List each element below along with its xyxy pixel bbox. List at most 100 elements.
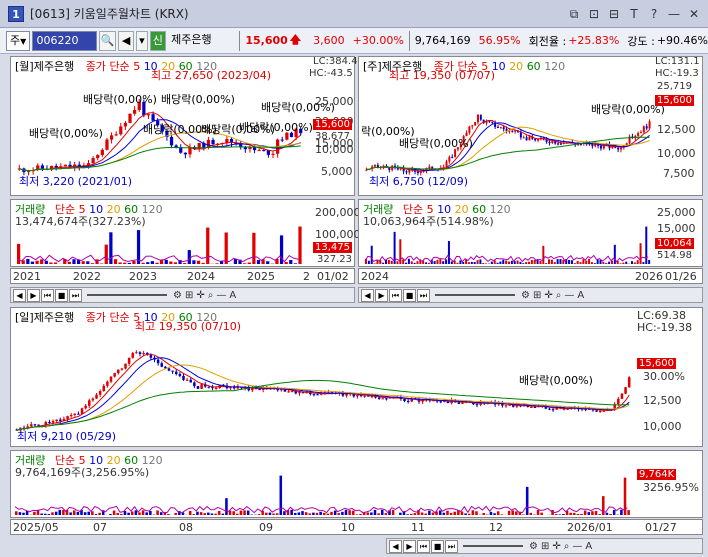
font-icon[interactable]: A (584, 541, 593, 552)
candle-body (146, 114, 151, 116)
stop-button[interactable]: ■ (403, 288, 416, 302)
font-icon[interactable]: A (228, 290, 237, 301)
stop-button[interactable]: ■ (55, 288, 68, 302)
magnify-icon[interactable]: ⌕ (555, 290, 563, 301)
close-icon[interactable]: ✕ (686, 6, 702, 22)
scroll-right-button[interactable]: ▶ (403, 539, 416, 553)
help-icon[interactable]: ? (646, 6, 662, 22)
daily-pct-tag: 30.00% (643, 370, 685, 383)
last-button[interactable]: ⏭ (69, 288, 82, 302)
first-button[interactable]: ⏮ (389, 288, 402, 302)
volume-bar (232, 511, 235, 515)
monthly-price-panel[interactable]: [월]제주은행 종가 단순 5 10 20 60 120 최고 27,650 (… (10, 56, 358, 196)
scroll-left-button[interactable]: ◀ (389, 539, 402, 553)
link-icon[interactable]: ⧉ (566, 6, 582, 22)
daily-candles (15, 350, 631, 432)
scroll-left-button[interactable]: ◀ (361, 288, 374, 302)
candle-body (131, 353, 135, 358)
volume-bar (83, 512, 87, 515)
gear-icon[interactable]: ⚙ (520, 290, 531, 301)
monthly-hc: HC:-43.5 (309, 68, 353, 79)
volume-bar (493, 513, 496, 515)
tile-icon[interactable]: ⊟ (606, 6, 622, 22)
candle-body (102, 385, 106, 392)
scroll-left-button[interactable]: ◀ (13, 288, 26, 302)
daily-x-08: 08 (179, 521, 193, 534)
candle-body (142, 353, 145, 355)
daily-volume-panel[interactable]: 거래량 단순 5 10 20 60 120 9,764,169주(3,256.9… (10, 450, 703, 518)
candle-body (599, 145, 602, 149)
dropdown-icon[interactable]: ▾ (136, 30, 148, 51)
scroll-right-button[interactable]: ▶ (27, 288, 40, 302)
last-button[interactable]: ⏭ (417, 288, 430, 302)
chart-type-icon[interactable]: ⊞ (184, 290, 194, 301)
weekly-hc: HC:-19.3 (655, 68, 699, 79)
daily-x-10: 10 (341, 521, 355, 534)
volume-bar (72, 259, 76, 264)
font-icon[interactable]: A (576, 290, 585, 301)
candle-body (156, 359, 160, 364)
last-button[interactable]: ⏭ (445, 539, 458, 553)
magnify-icon[interactable]: ⌕ (207, 290, 215, 301)
volume-bar (26, 258, 30, 264)
monthly-volume-panel[interactable]: 거래량 단순 5 10 20 60 120 13,474,674주(327.23… (10, 199, 361, 267)
daily-high-note: 최고 19,350 (07/10) (135, 320, 242, 333)
volume-bar (127, 512, 130, 515)
minus-icon[interactable]: — (215, 290, 227, 301)
volume-bar (341, 511, 344, 515)
volume-bar (619, 263, 622, 264)
crosshair-icon[interactable]: ✛ (543, 290, 553, 301)
volume-bar (585, 260, 588, 264)
weekly-legend-ma60: 60 (526, 60, 541, 73)
volume-bar (579, 262, 582, 264)
volume-bar (236, 513, 239, 515)
scroll-right-button[interactable]: ▶ (375, 288, 388, 302)
minus-icon[interactable]: — (563, 290, 575, 301)
stop-button[interactable]: ■ (431, 539, 444, 553)
speaker-icon[interactable]: ◀ (117, 30, 135, 51)
daily-control-bar: ◀ ▶ ⏮ ■ ⏭ ⚙ ⊞ ✛ ⌕ — A (386, 538, 703, 554)
magnify-icon[interactable]: ⌕ (563, 541, 571, 552)
zoom-slider[interactable] (463, 545, 523, 547)
volume-bar (499, 261, 502, 264)
volume-bar (370, 245, 373, 264)
zoom-slider[interactable] (87, 294, 167, 296)
crosshair-icon[interactable]: ✛ (551, 541, 561, 552)
market-select[interactable]: 주▼ (6, 30, 31, 51)
first-button[interactable]: ⏮ (41, 288, 54, 302)
gear-icon[interactable]: ⚙ (172, 290, 183, 301)
weekly-volume-panel[interactable]: 거래량 단순 5 10 20 60 120 10,063,964주(514.98… (358, 199, 703, 267)
volume-bar (196, 260, 201, 264)
crosshair-icon[interactable]: ✛ (195, 290, 205, 301)
stock-code-input[interactable]: 006220 (32, 30, 98, 51)
volume-bar (409, 513, 413, 515)
volume-bar (298, 226, 302, 264)
candle-body (178, 374, 182, 376)
text-icon[interactable]: T (626, 6, 642, 22)
volume-bar (583, 510, 587, 515)
weekly-price-panel[interactable]: [주]제주은행 종가 단순 5 10 20 60 120 최고 19,350 (… (358, 56, 703, 196)
candle-body (645, 126, 648, 129)
zoom-slider[interactable] (435, 294, 515, 296)
gear-icon[interactable]: ⚙ (528, 541, 539, 552)
first-button[interactable]: ⏮ (417, 539, 430, 553)
volume-bar (192, 514, 196, 515)
daily-price-panel[interactable]: [일]제주은행 종가 단순 5 10 20 60 120 최고 19,350 (… (10, 307, 703, 447)
volume-bar (496, 511, 500, 515)
candle-body (511, 130, 514, 132)
weekly-x-2024: 2024 (361, 270, 389, 283)
chart-type-icon[interactable]: ⊞ (532, 290, 542, 301)
minimize-icon[interactable]: — (666, 6, 682, 22)
minus-icon[interactable]: — (571, 541, 583, 552)
candle-body (128, 113, 132, 123)
candle-body (312, 394, 316, 396)
volume-bar (456, 262, 459, 264)
chart-type-icon[interactable]: ⊞ (540, 541, 550, 552)
candle-body (642, 126, 645, 133)
search-icon[interactable]: 🔍 (99, 30, 116, 51)
restore-icon[interactable]: ⊡ (586, 6, 602, 22)
strength-value: +90.46% (656, 34, 708, 47)
volume-bar (43, 513, 47, 515)
candle-body (461, 402, 464, 404)
volume-bar (475, 511, 478, 515)
